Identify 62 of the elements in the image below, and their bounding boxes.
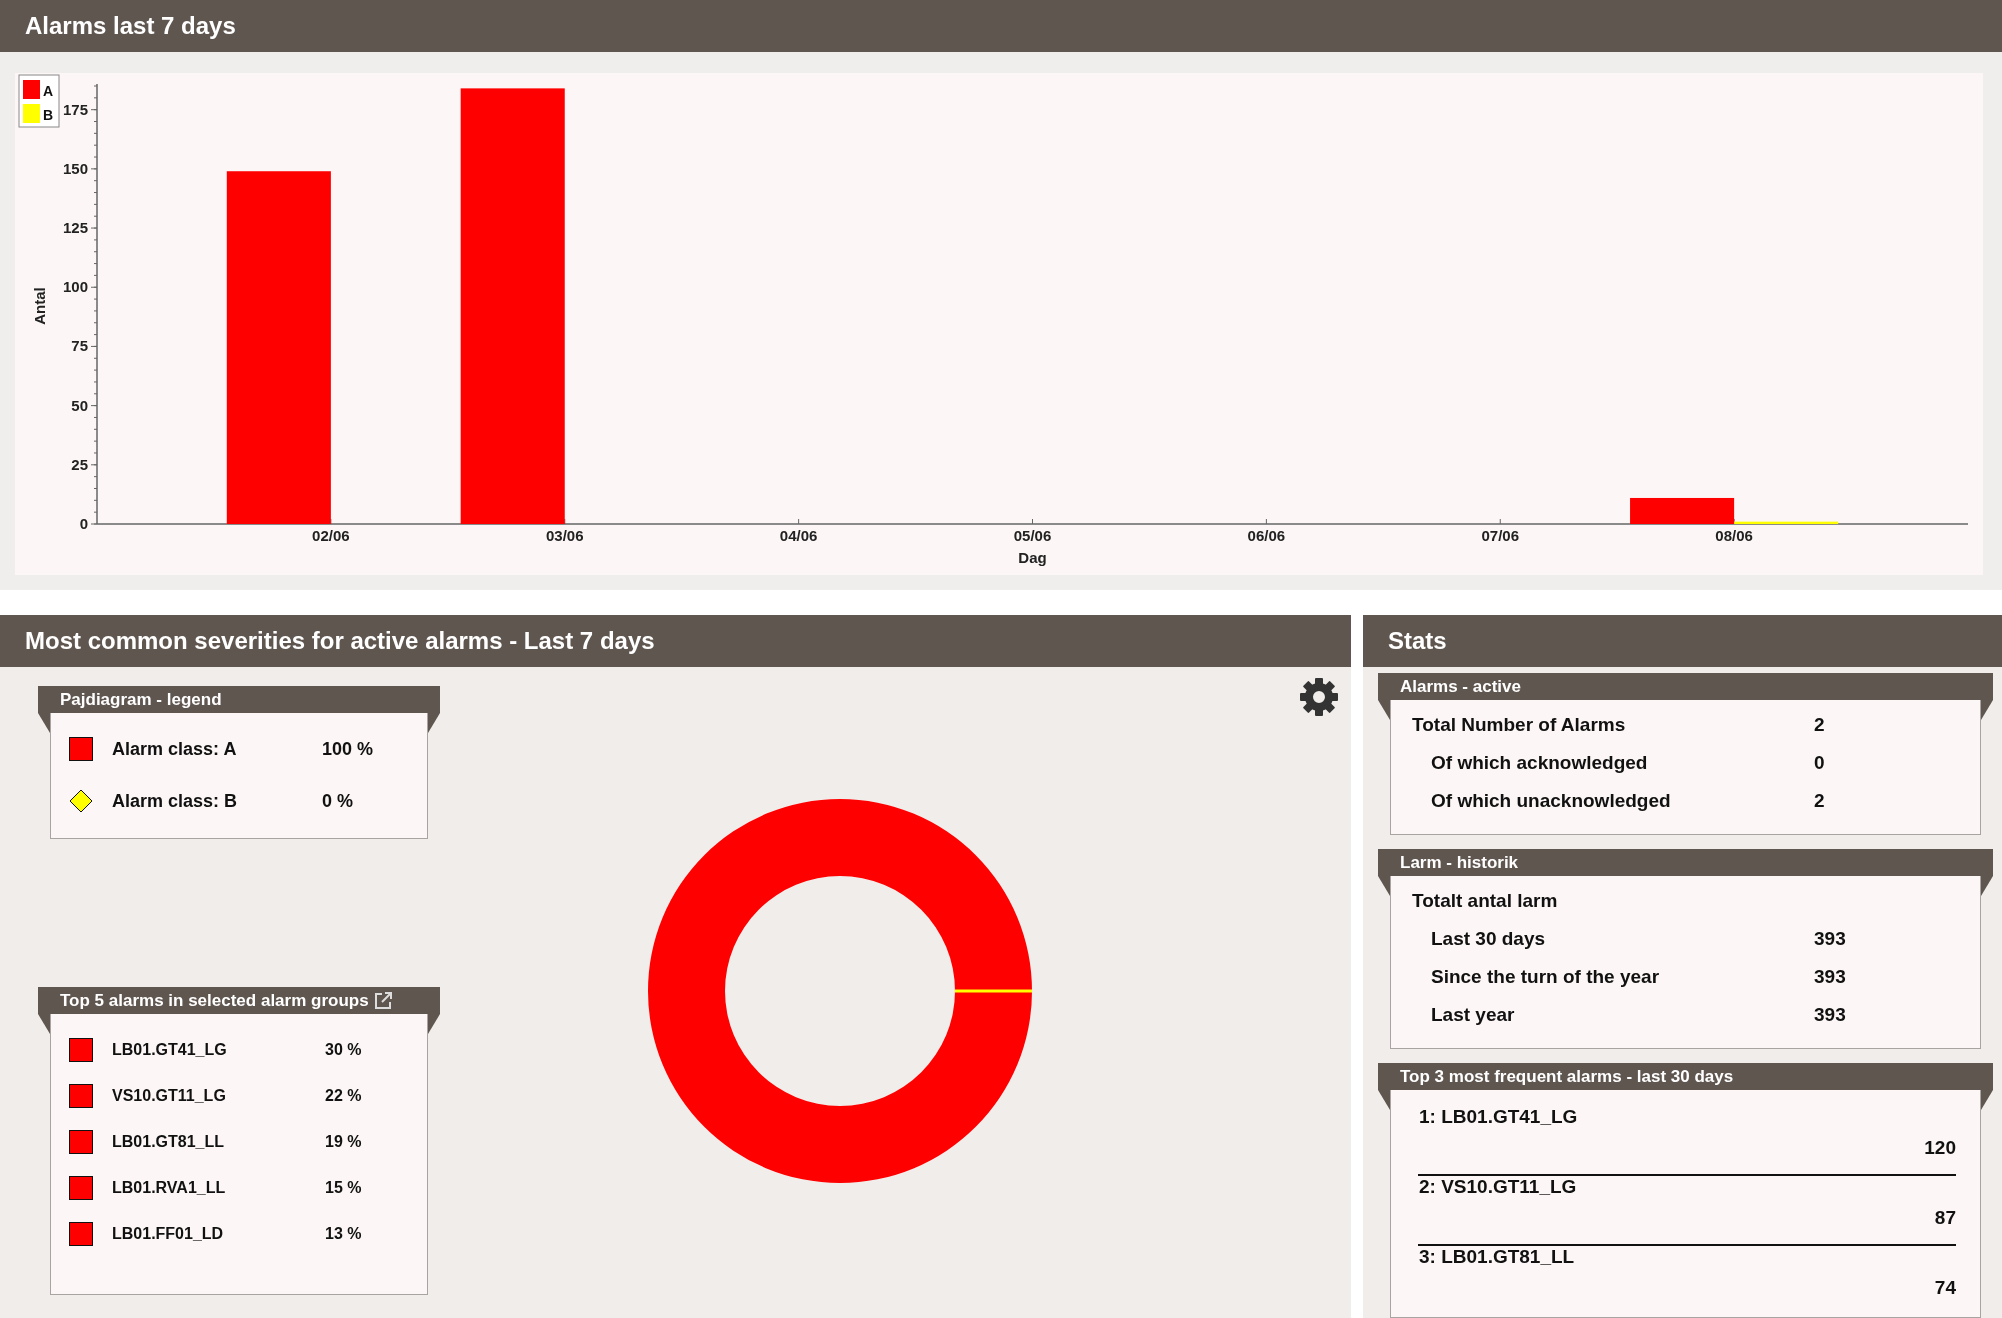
y-tick-label: 75 (71, 337, 88, 355)
alarm-name: 1: LB01.GT41_LG (1418, 1106, 1579, 1128)
alarm-count: 120 (1924, 1137, 1956, 1159)
alarm-percent: 13 % (325, 1225, 362, 1243)
y-tick-label: 50 (71, 396, 88, 414)
x-tick-label: 03/06 (546, 527, 584, 544)
card-header: Top 3 most frequent alarms - last 30 days (1378, 1063, 1993, 1090)
alarm-percent: 22 % (325, 1087, 362, 1105)
y-tick-label: 25 (71, 455, 88, 473)
stat-label: Since the turn of the year (1430, 966, 1661, 988)
legend-percent: 100 % (322, 738, 374, 760)
stat-value: 2 (1814, 790, 1825, 812)
x-tick-label: 02/06 (312, 527, 350, 544)
alarm-count: 87 (1934, 1207, 1956, 1229)
x-tick-label: 04/06 (779, 527, 818, 544)
legend-label: A (43, 83, 54, 99)
stat-value: 0 (1814, 752, 1825, 774)
stat-value: 393 (1814, 1004, 1846, 1026)
y-tick-label: 150 (62, 159, 88, 177)
x-tick-label: 08/06 (1715, 527, 1753, 544)
alarm-name: 3: LB01.GT81_LL (1418, 1246, 1576, 1268)
alarm-percent: 15 % (325, 1179, 362, 1197)
stat-label: Last 30 days (1430, 928, 1547, 950)
card-header: Pajdiagram - legend (38, 686, 440, 713)
stat-label: Total Number of Alarms (1411, 714, 1627, 736)
x-tick-label: 06/06 (1247, 527, 1286, 544)
x-tick-label: 05/06 (1013, 527, 1052, 544)
legend-label: Alarm class: B (112, 790, 239, 812)
y-tick-label: 100 (62, 278, 88, 296)
card-header: Alarms - active (1378, 673, 1993, 700)
settings-icon[interactable] (1299, 677, 1339, 717)
stat-label: Of which acknowledged (1430, 752, 1649, 774)
y-axis-title: Antal (31, 287, 48, 325)
legend-label: Alarm class: A (112, 738, 238, 760)
panel-header: Alarms last 7 days (0, 0, 2002, 52)
alarm-percent: 19 % (325, 1133, 362, 1151)
stat-value: 393 (1814, 966, 1846, 988)
alarm-name: LB01.GT81_LL (112, 1133, 226, 1151)
alarm-name: VS10.GT11_LG (112, 1087, 227, 1105)
stat-label: Totalt antal larm (1411, 890, 1559, 912)
y-tick-label: 0 (79, 515, 88, 532)
legend-label: B (43, 107, 54, 123)
x-tick-label: 07/06 (1481, 527, 1519, 544)
x-axis-title: Dag (1018, 549, 1047, 566)
y-tick-label: 175 (62, 100, 88, 118)
stat-value: 393 (1814, 928, 1846, 950)
panel-header: Stats (1363, 615, 2002, 667)
card-header: Larm - historik (1378, 849, 1993, 876)
y-tick-label: 125 (62, 219, 88, 237)
alarm-name: LB01.FF01_LD (112, 1225, 225, 1243)
card-header: Top 5 alarms in selected alarm groups (60, 990, 369, 1011)
legend-percent: 0 % (322, 790, 354, 812)
external-link-icon[interactable] (372, 990, 393, 1011)
stat-label: Last year (1430, 1004, 1516, 1026)
alarm-percent: 30 % (325, 1041, 362, 1059)
alarm-name: LB01.RVA1_LL (112, 1179, 227, 1197)
stat-value: 2 (1814, 714, 1825, 736)
alarm-count: 74 (1934, 1277, 1956, 1299)
stat-label: Of which unacknowledged (1430, 790, 1672, 812)
alarm-name: LB01.GT41_LG (112, 1041, 228, 1059)
panel-header: Most common severities for active alarms - Last 7 days (0, 615, 1351, 667)
alarm-name: 2: VS10.GT11_LG (1418, 1176, 1578, 1198)
